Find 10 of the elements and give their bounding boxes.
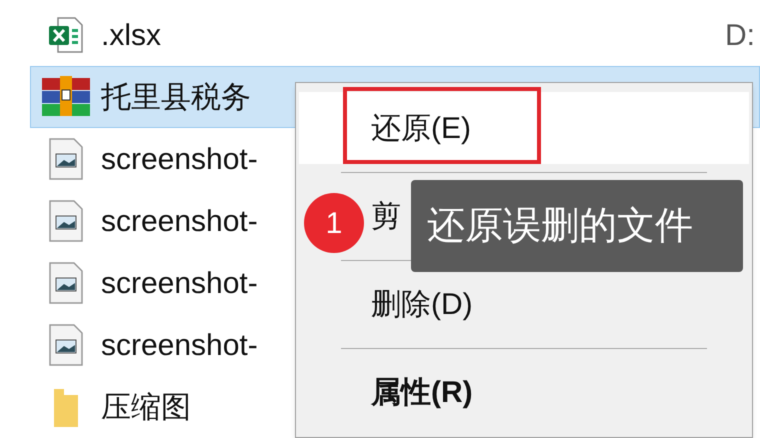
- tooltip: 还原误删的文件: [411, 180, 743, 272]
- file-name: .xlsx: [101, 18, 161, 54]
- file-name: 压缩图: [101, 390, 191, 426]
- file-name: screenshot-: [101, 204, 258, 240]
- file-name: 托里县税务: [101, 80, 251, 116]
- file-name: screenshot-: [101, 266, 258, 302]
- file-location: D:: [725, 18, 755, 54]
- file-name: screenshot-: [101, 142, 258, 178]
- file-name: screenshot-: [101, 328, 258, 364]
- step-badge: 1: [304, 193, 364, 253]
